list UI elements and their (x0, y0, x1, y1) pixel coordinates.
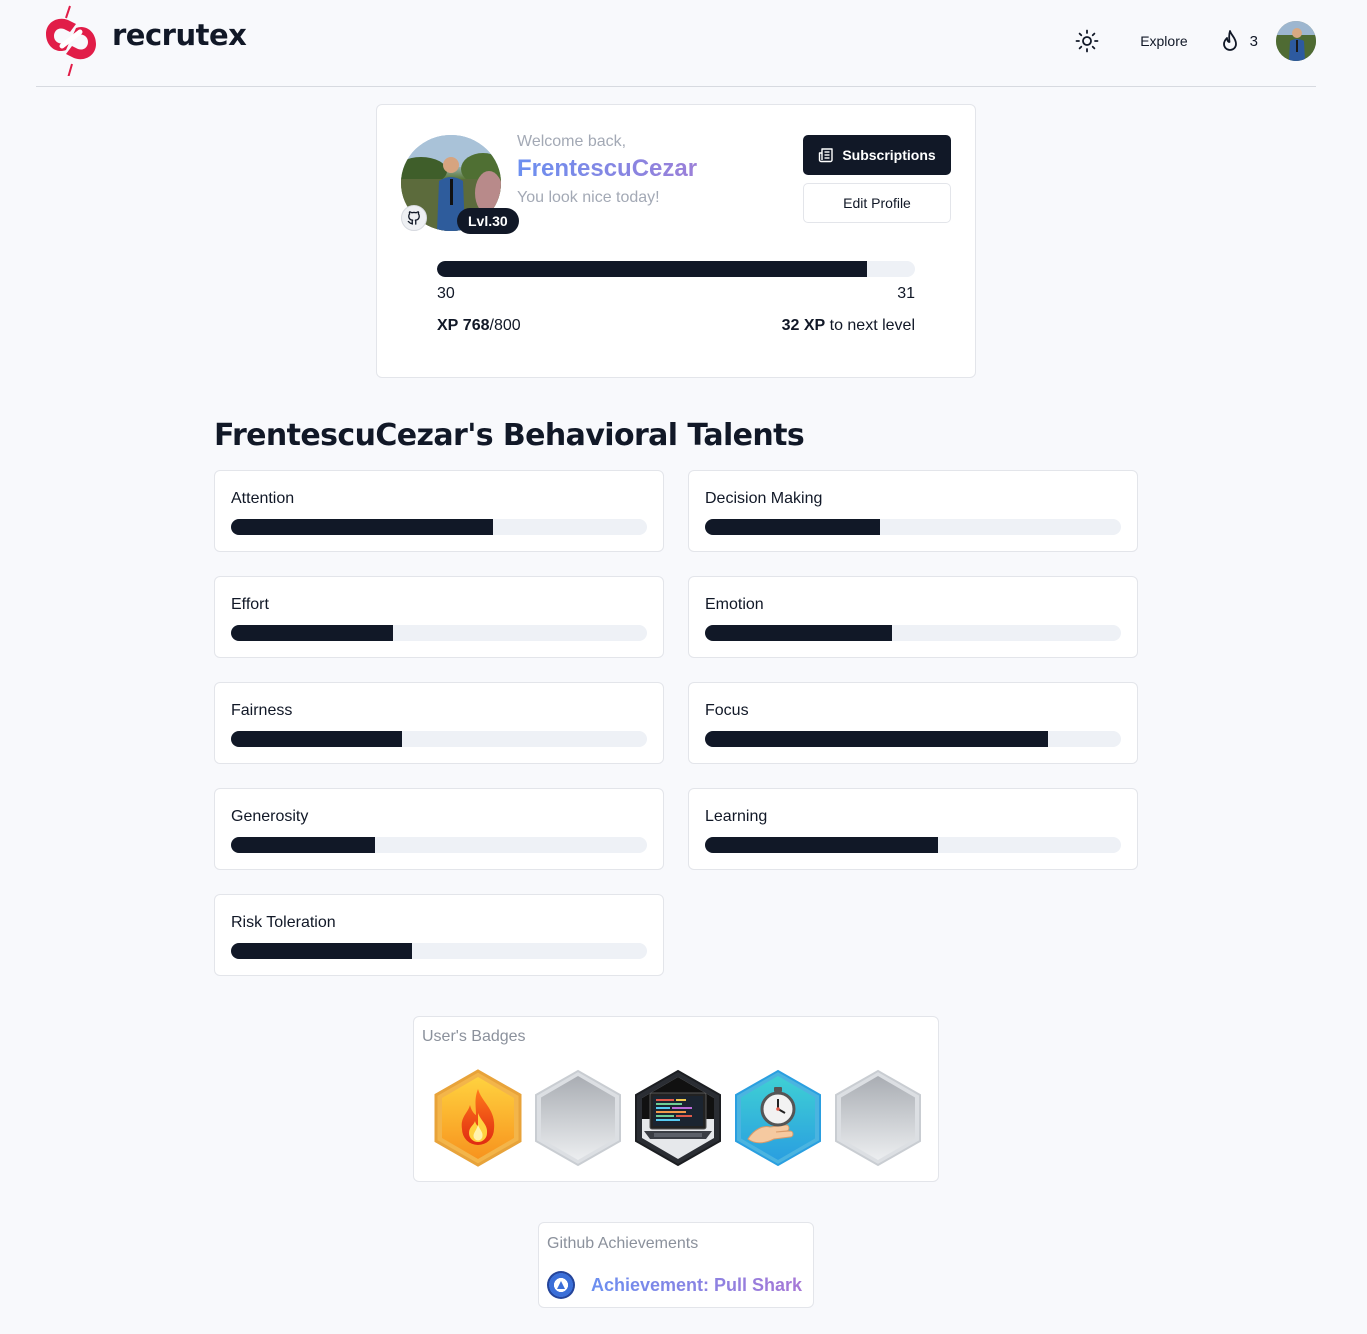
talent-name: Effort (231, 596, 269, 613)
talent-progress-fill (231, 731, 402, 747)
talent-name: Decision Making (705, 490, 823, 507)
github-achievements-title: Github Achievements (547, 1235, 699, 1252)
talent-progress-bar (231, 731, 647, 747)
sun-icon (1075, 29, 1099, 53)
github-achievement-item[interactable]: Achievement: Pull Shark (547, 1271, 802, 1299)
current-level-label: 30 (437, 285, 455, 302)
talent-progress-fill (231, 943, 412, 959)
nav-explore-link[interactable]: Explore (1140, 33, 1187, 49)
xp-total: XP 768/800 (437, 317, 521, 335)
xp-current: 768 (462, 317, 490, 334)
newspaper-icon (819, 148, 834, 163)
talent-name: Risk Toleration (231, 914, 336, 931)
streak-counter[interactable]: 3 (1220, 30, 1258, 52)
talent-name: Fairness (231, 702, 293, 719)
edit-profile-button[interactable]: Edit Profile (803, 183, 951, 223)
profile-username: FrentescuCezar (517, 155, 698, 182)
streak-count: 3 (1249, 32, 1258, 50)
talent-progress-fill (231, 625, 394, 641)
talent-progress-fill (231, 519, 494, 535)
talent-card: Generosity (214, 788, 664, 870)
shark-fin-icon (557, 1281, 565, 1289)
talent-name: Focus (705, 702, 749, 719)
github-achievements-card: Github Achievements Achievement: Pull Sh… (538, 1222, 814, 1308)
badges-title: User's Badges (422, 1028, 526, 1045)
github-link-button[interactable] (401, 205, 427, 231)
talent-progress-bar (231, 943, 647, 959)
top-header: recrutex Explore 3 (36, 0, 1316, 87)
talent-progress-bar (231, 837, 647, 853)
talent-card: Fairness (214, 682, 664, 764)
avatar-photo-icon (1276, 21, 1316, 61)
talent-name: Learning (705, 808, 768, 825)
talent-name: Attention (231, 490, 295, 507)
recrutex-logo-icon (46, 5, 96, 76)
talent-progress-fill (705, 731, 1049, 747)
talent-progress-fill (705, 625, 893, 641)
talent-progress-bar (705, 731, 1121, 747)
xp-to-next-suffix: to next level (825, 317, 915, 334)
user-avatar-menu[interactable] (1276, 21, 1316, 61)
badges-card: User's Badges (413, 1016, 939, 1182)
level-badge: Lvl.30 (457, 208, 519, 234)
top-nav: Explore 3 (1074, 21, 1316, 61)
brand-logo[interactable]: recrutex (36, 4, 247, 76)
github-icon (407, 211, 420, 225)
locked-badge-icon[interactable] (534, 1069, 622, 1167)
talent-card: Effort (214, 576, 664, 658)
stopwatch-badge-icon[interactable] (734, 1069, 822, 1167)
flame-icon (1222, 30, 1237, 51)
talent-card: Emotion (688, 576, 1138, 658)
profile-avatar-wrap: Lvl.30 (401, 135, 519, 235)
xp-to-next-amount: 32 XP (781, 317, 826, 334)
laptop-code-badge-icon[interactable] (634, 1069, 722, 1167)
brand-name: recrutex (112, 18, 247, 52)
profile-card: Lvl.30 Welcome back, FrentescuCezar You … (376, 104, 976, 378)
compliment-text: You look nice today! (517, 189, 660, 206)
talent-progress-bar (705, 519, 1121, 535)
xp-to-next-level: 32 XP to next level (782, 317, 915, 335)
talent-progress-fill (231, 837, 375, 853)
xp-progress-bar (437, 261, 915, 277)
xp-max: /800 (489, 317, 521, 334)
talent-progress-fill (705, 837, 938, 853)
theme-toggle-button[interactable] (1074, 28, 1100, 54)
talent-progress-fill (705, 519, 880, 535)
talent-card: Focus (688, 682, 1138, 764)
xp-prefix: XP (437, 317, 459, 334)
talent-progress-bar (705, 625, 1121, 641)
pull-shark-icon (547, 1271, 575, 1299)
talent-name: Generosity (231, 808, 309, 825)
talent-progress-bar (231, 625, 647, 641)
locked-badge-icon[interactable] (834, 1069, 922, 1167)
talent-card: Learning (688, 788, 1138, 870)
github-achievement-label: Achievement: Pull Shark (591, 1274, 803, 1295)
talent-progress-bar (705, 837, 1121, 853)
subscriptions-label: Subscriptions (842, 147, 936, 163)
talent-card: Attention (214, 470, 664, 552)
fire-badge-icon[interactable] (434, 1069, 522, 1167)
talent-name: Emotion (705, 596, 764, 613)
talent-card: Decision Making (688, 470, 1138, 552)
talent-progress-bar (231, 519, 647, 535)
talent-card: Risk Toleration (214, 894, 664, 976)
subscriptions-button[interactable]: Subscriptions (803, 135, 951, 175)
next-level-label: 31 (897, 285, 915, 302)
talents-heading: FrentescuCezar's Behavioral Talents (214, 418, 805, 453)
welcome-text: Welcome back, (517, 133, 627, 150)
xp-progress-fill (437, 261, 868, 277)
